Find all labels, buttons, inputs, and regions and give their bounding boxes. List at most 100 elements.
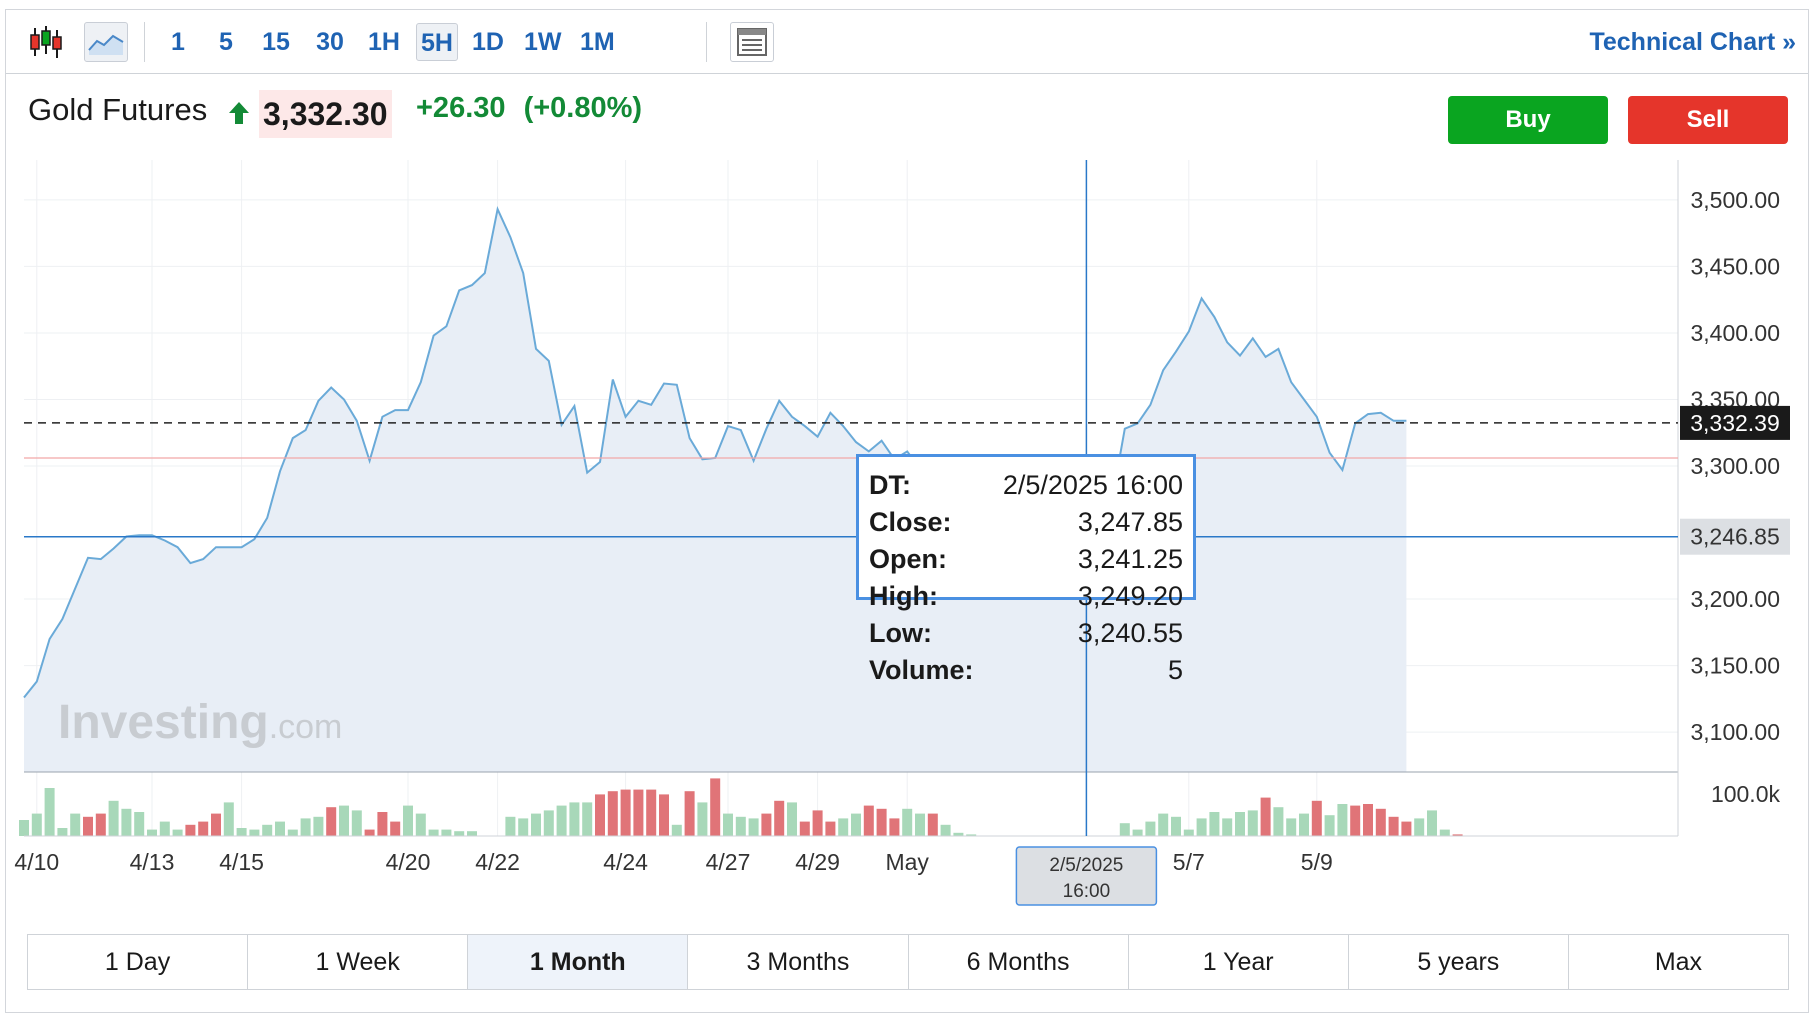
volume-bar	[710, 778, 721, 836]
chart-layout-icon[interactable]	[730, 22, 774, 62]
volume-bar	[441, 829, 452, 836]
volume-bar	[1132, 829, 1143, 836]
interval-5[interactable]: 5	[206, 23, 246, 61]
volume-bar	[1286, 818, 1297, 836]
volume-bar	[633, 789, 644, 836]
volume-bar	[697, 802, 708, 836]
tooltip-row-low: Low: 3,240.55	[869, 618, 1183, 648]
last-price: 3,332.30	[259, 90, 392, 138]
interval-1d[interactable]: 1D	[468, 23, 508, 61]
price-change: +26.30 (+0.80%)	[416, 92, 642, 125]
volume-bar	[902, 808, 913, 836]
range-1-week[interactable]: 1 Week	[248, 935, 469, 989]
volume-bar	[543, 810, 554, 836]
volume-bar	[812, 810, 823, 836]
volume-bar	[57, 828, 68, 836]
volume-bar	[364, 829, 375, 836]
volume-bar	[876, 808, 887, 836]
volume-bar	[1209, 812, 1220, 836]
sell-button[interactable]: Sell	[1628, 96, 1788, 144]
volume-bar	[659, 794, 669, 836]
tooltip-row-date: DT: 2/5/2025 16:00	[869, 470, 1183, 500]
volume-bar	[236, 828, 247, 836]
x-tick-label: 4/22	[475, 849, 520, 875]
interval-5h[interactable]: 5H	[416, 23, 458, 61]
volume-bar	[1337, 804, 1348, 836]
x-tick-label: 4/27	[706, 849, 751, 875]
volume-bar	[467, 831, 477, 836]
range-1-day[interactable]: 1 Day	[28, 935, 249, 989]
volume-bar	[147, 829, 157, 836]
range-1-year[interactable]: 1 Year	[1129, 935, 1349, 989]
volume-bar	[1158, 813, 1169, 836]
interval-30[interactable]: 30	[310, 23, 350, 61]
range-6-months[interactable]: 6 Months	[909, 935, 1129, 989]
buy-button[interactable]: Buy	[1448, 96, 1608, 144]
range-5-years[interactable]: 5 years	[1349, 935, 1569, 989]
x-tick-label: 4/13	[130, 849, 175, 875]
volume-bar	[262, 824, 273, 836]
chart-widget: 1 5 15 30 1H 5H 1D 1W 1M Technical Chart…	[5, 9, 1809, 1013]
volume-bar	[339, 805, 349, 836]
x-tick-label: 4/10	[14, 849, 59, 875]
interval-1m[interactable]: 1M	[576, 23, 619, 61]
volume-bar	[454, 831, 465, 836]
price-area	[24, 209, 1407, 772]
volume-bar	[863, 805, 874, 836]
volume-bar	[1273, 807, 1284, 836]
interval-1w[interactable]: 1W	[520, 23, 566, 61]
technical-chart-link[interactable]: Technical Chart »	[1589, 23, 1796, 61]
x-tick-label: May	[885, 849, 929, 875]
up-arrow-icon	[229, 102, 249, 124]
area-chart-icon[interactable]	[84, 22, 128, 62]
volume-bar	[1388, 816, 1399, 836]
volume-bar	[70, 813, 81, 836]
volume-bar	[377, 812, 388, 836]
volume-bar	[159, 821, 170, 836]
volume-bar	[1183, 829, 1194, 836]
chart-toolbar: 1 5 15 30 1H 5H 1D 1W 1M Technical Chart…	[6, 10, 1808, 74]
tooltip-row-open: Open: 3,241.25	[869, 544, 1183, 574]
change-percent: (+0.80%)	[523, 92, 643, 124]
x-tick-label: 4/29	[795, 849, 840, 875]
volume-bar	[505, 816, 516, 836]
volume-bar	[1145, 821, 1156, 836]
volume-bar	[31, 813, 42, 836]
volume-bar	[134, 812, 145, 836]
volume-bar	[825, 821, 836, 836]
volume-bar	[1401, 821, 1412, 836]
interval-1h[interactable]: 1H	[364, 23, 404, 61]
volume-bar	[1311, 800, 1322, 836]
y-tick-label: 3,150.00	[1690, 653, 1780, 679]
range-3-months[interactable]: 3 Months	[688, 935, 909, 989]
volume-bar	[671, 824, 682, 836]
y-tick-label: 3,500.00	[1690, 187, 1780, 213]
volume-bar	[646, 789, 657, 836]
volume-bar	[531, 813, 541, 836]
volume-bar	[1363, 804, 1373, 836]
y-tick-label: 3,200.00	[1690, 586, 1780, 612]
interval-1[interactable]: 1	[158, 23, 198, 61]
range-1-month[interactable]: 1 Month	[468, 935, 689, 989]
y-tick-label: 3,300.00	[1690, 453, 1780, 479]
last-price-tag-label: 3,332.39	[1690, 410, 1780, 436]
candlestick-chart-icon[interactable]	[24, 22, 68, 62]
volume-bar	[326, 807, 337, 836]
time-range-selector: 1 Day 1 Week 1 Month 3 Months 6 Months 1…	[27, 934, 1789, 990]
volume-bar	[313, 816, 324, 836]
y-tick-label: 3,100.00	[1690, 719, 1780, 745]
volume-bar	[403, 805, 413, 836]
volume-bar	[121, 808, 132, 836]
change-value: +26.30	[416, 92, 506, 124]
range-max[interactable]: Max	[1569, 935, 1788, 989]
x-tick-label: 4/24	[603, 849, 648, 875]
volume-bar	[390, 821, 401, 836]
volume-bar	[723, 813, 733, 836]
volume-bar	[1171, 816, 1181, 836]
volume-bar	[774, 800, 785, 836]
volume-bar	[211, 813, 221, 836]
volume-bar	[1196, 818, 1207, 836]
volume-bar	[556, 805, 567, 836]
volume-bar	[1414, 818, 1425, 836]
interval-15[interactable]: 15	[256, 23, 296, 61]
